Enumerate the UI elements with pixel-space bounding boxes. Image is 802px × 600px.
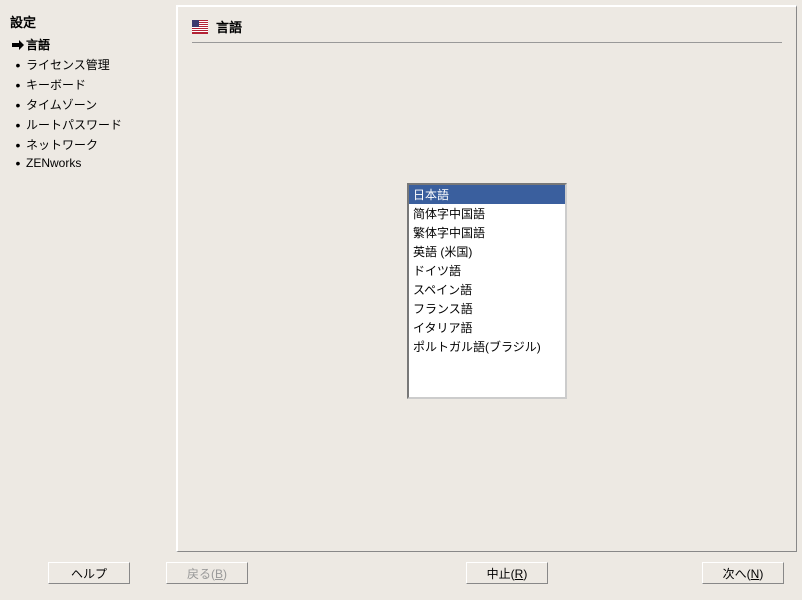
back-button-text: 戻る( xyxy=(187,567,215,581)
sidebar-item-label: ZENworks xyxy=(26,156,81,170)
abort-button-paren: ) xyxy=(523,567,527,581)
language-option-ja[interactable]: 日本語 xyxy=(409,185,565,204)
main-header: 言語 xyxy=(192,17,782,36)
sidebar: 設定 言語 • ライセンス管理 • キーボード • タイムゾーン • ルートパス… xyxy=(0,0,176,552)
installer-container: 設定 言語 • ライセンス管理 • キーボード • タイムゾーン • ルートパス… xyxy=(0,0,802,552)
help-button[interactable]: ヘルプ xyxy=(48,562,130,584)
sidebar-item-label: タイムゾーン xyxy=(26,96,97,113)
language-listbox-wrap: 日本語 简体字中国語 繁体字中国語 英語 (米国) ドイツ語 スペイン語 フラン… xyxy=(192,183,782,399)
page-title: 言語 xyxy=(216,17,242,36)
language-option-es[interactable]: スペイン語 xyxy=(409,280,565,299)
language-listbox[interactable]: 日本語 简体字中国語 繁体字中国語 英語 (米国) ドイツ語 スペイン語 フラン… xyxy=(407,183,567,399)
sidebar-item-language[interactable]: 言語 xyxy=(10,36,168,53)
arrow-right-icon xyxy=(10,39,26,51)
language-option-en-us[interactable]: 英語 (米国) xyxy=(409,242,565,261)
bullet-icon: • xyxy=(10,98,26,112)
sidebar-item-label: ルートパスワード xyxy=(26,116,122,133)
sidebar-item-label: ライセンス管理 xyxy=(26,56,110,73)
sidebar-item-label: ネットワーク xyxy=(26,136,98,153)
sidebar-title: 設定 xyxy=(10,12,168,31)
sidebar-item-network[interactable]: • ネットワーク xyxy=(10,136,168,153)
back-button-key: B xyxy=(215,567,223,581)
language-option-de[interactable]: ドイツ語 xyxy=(409,261,565,280)
sidebar-item-rootpw[interactable]: • ルートパスワード xyxy=(10,116,168,133)
sidebar-item-license[interactable]: • ライセンス管理 xyxy=(10,56,168,73)
main-panel: 言語 日本語 简体字中国語 繁体字中国語 英語 (米国) ドイツ語 スペイン語 … xyxy=(176,5,797,552)
language-option-zh-tw[interactable]: 繁体字中国語 xyxy=(409,223,565,242)
language-option-it[interactable]: イタリア語 xyxy=(409,318,565,337)
abort-button[interactable]: 中止(R) xyxy=(466,562,548,584)
back-button-paren: ) xyxy=(223,567,227,581)
bullet-icon: • xyxy=(10,138,26,152)
button-bar: ヘルプ 戻る(B) 中止(R) 次へ(N) xyxy=(0,552,802,594)
language-option-pt-br[interactable]: ポルトガル語(ブラジル) xyxy=(409,337,565,356)
sidebar-item-keyboard[interactable]: • キーボード xyxy=(10,76,168,93)
sidebar-item-timezone[interactable]: • タイムゾーン xyxy=(10,96,168,113)
language-option-zh-cn[interactable]: 简体字中国語 xyxy=(409,204,565,223)
divider xyxy=(192,42,782,43)
bullet-icon: • xyxy=(10,156,26,170)
sidebar-item-zenworks[interactable]: • ZENworks xyxy=(10,156,168,170)
bullet-icon: • xyxy=(10,118,26,132)
next-button[interactable]: 次へ(N) xyxy=(702,562,784,584)
next-button-text: 次へ( xyxy=(723,567,751,581)
language-option-fr[interactable]: フランス語 xyxy=(409,299,565,318)
back-button[interactable]: 戻る(B) xyxy=(166,562,248,584)
next-button-paren: ) xyxy=(759,567,763,581)
bullet-icon: • xyxy=(10,58,26,72)
sidebar-item-label: キーボード xyxy=(26,76,86,93)
abort-button-text: 中止( xyxy=(487,567,515,581)
bullet-icon: • xyxy=(10,78,26,92)
flag-icon xyxy=(192,20,208,34)
sidebar-item-label: 言語 xyxy=(26,36,50,53)
